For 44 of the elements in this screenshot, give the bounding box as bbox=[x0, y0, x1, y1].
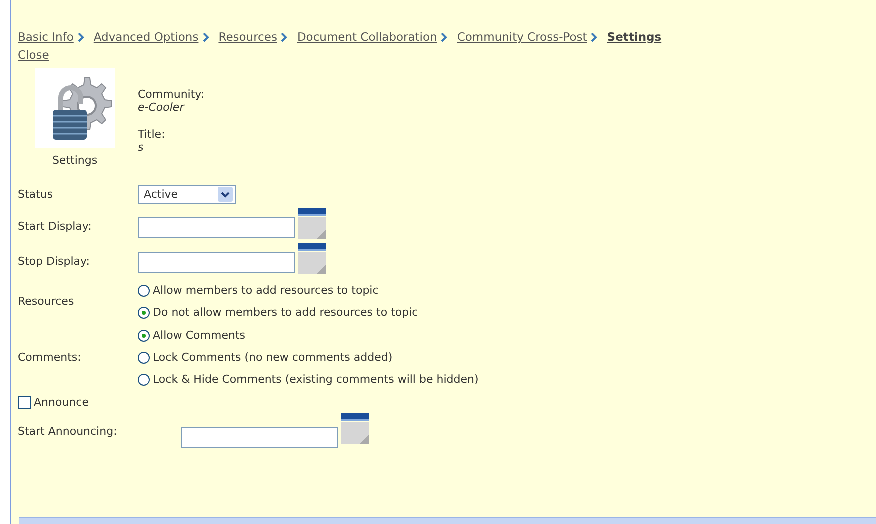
community-label: Community: bbox=[138, 88, 205, 101]
radio-button[interactable] bbox=[138, 284, 150, 296]
breadcrumb-link[interactable]: Document Collaboration bbox=[297, 30, 438, 44]
breadcrumb-link[interactable]: Community Cross-Post bbox=[457, 30, 588, 44]
breadcrumb-link[interactable]: Advanced Options bbox=[94, 30, 199, 44]
chevron-icon bbox=[441, 32, 448, 42]
breadcrumb-link[interactable]: Settings bbox=[607, 30, 662, 44]
checkbox[interactable] bbox=[18, 396, 31, 409]
breadcrumb-link[interactable]: Basic Info bbox=[18, 30, 74, 44]
title-value: s bbox=[138, 141, 145, 154]
status-dropdown[interactable]: Active bbox=[138, 185, 236, 204]
calendar-icon[interactable] bbox=[341, 413, 369, 444]
community-name: e-Cooler bbox=[138, 101, 186, 114]
field-label: Resources bbox=[18, 295, 76, 308]
title-label: Title: bbox=[138, 128, 166, 141]
gear-padlock-icon bbox=[35, 68, 115, 148]
radio-button[interactable] bbox=[138, 306, 150, 318]
option-label: Do not allow members to add resources to topic bbox=[153, 306, 418, 319]
horizontal-scrollbar[interactable] bbox=[19, 517, 876, 524]
date-input-field[interactable] bbox=[181, 427, 338, 448]
calendar-icon[interactable] bbox=[298, 243, 326, 274]
field-label: Start Announcing: bbox=[18, 425, 118, 440]
radio-button[interactable] bbox=[138, 374, 150, 386]
radio-button[interactable] bbox=[138, 330, 150, 342]
close-link[interactable]: Close bbox=[18, 48, 50, 62]
option-label: Allow members to add resources to topic bbox=[153, 284, 379, 297]
field-label: Start Display: bbox=[18, 220, 93, 235]
radio-button[interactable] bbox=[138, 352, 150, 364]
calendar-icon[interactable] bbox=[298, 208, 326, 239]
date-input-field[interactable] bbox=[138, 252, 295, 273]
option-label: Lock & Hide Comments (existing comments will be hidden) bbox=[153, 373, 479, 386]
field-label: Status bbox=[18, 188, 54, 201]
checkbox-label: Announce bbox=[34, 396, 89, 409]
chevron-icon bbox=[202, 32, 209, 42]
chevron-icon bbox=[78, 32, 84, 42]
breadcrumb-link[interactable]: Resources bbox=[218, 30, 278, 44]
icon-caption: Settings bbox=[52, 154, 98, 167]
chevron-icon bbox=[281, 32, 288, 42]
option-label: Lock Comments (no new comments added) bbox=[153, 351, 393, 364]
field-label: Comments: bbox=[18, 351, 82, 364]
option-label: Allow Comments bbox=[153, 329, 246, 342]
chevron-icon bbox=[591, 32, 598, 42]
date-input-field[interactable] bbox=[138, 217, 295, 238]
field-label: Stop Display: bbox=[18, 255, 91, 270]
